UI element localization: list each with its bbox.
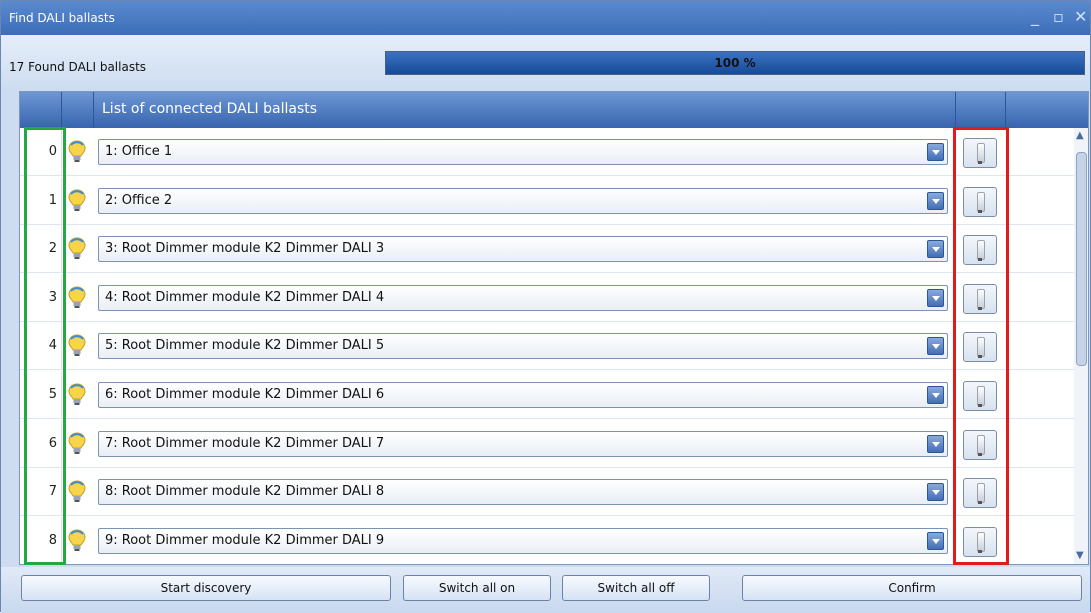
bulb-icon [68, 334, 86, 357]
table-row: 2 3: Root Dimmer module K2 Dimmer DALI 3 [20, 225, 1088, 274]
ballast-name-dropdown[interactable]: 3: Root Dimmer module K2 Dimmer DALI 3 [98, 236, 948, 263]
ballast-name-dropdown[interactable]: 6: Root Dimmer module K2 Dimmer DALI 6 [98, 382, 948, 408]
ballast-name-value: 7: Root Dimmer module K2 Dimmer DALI 7 [105, 435, 385, 451]
ballast-name-value: 4: Root Dimmer module K2 Dimmer DALI 4 [105, 289, 385, 305]
ballast-grid: List of connected DALI ballasts 0 1: Offi… [19, 91, 1089, 565]
status-row: 17 Found DALI ballasts 100 % [1, 35, 1090, 89]
ballast-name-dropdown[interactable]: 5: Root Dimmer module K2 Dimmer DALI 5 [98, 333, 948, 360]
chevron-down-icon[interactable] [927, 288, 944, 307]
ballast-name-dropdown[interactable]: 9: Root Dimmer module K2 Dimmer DALI 9 [98, 527, 948, 554]
bulb-icon [68, 383, 86, 405]
confirm-button[interactable]: Confirm [742, 575, 1082, 601]
window-title: Find DALI ballasts [9, 11, 115, 25]
table-row: 3 4: Root Dimmer module K2 Dimmer DALI 4 [20, 273, 1088, 322]
ballast-name-dropdown[interactable]: 8: Root Dimmer module K2 Dimmer DALI 8 [98, 479, 948, 506]
bulb-icon [68, 286, 86, 308]
ballast-name-dropdown[interactable]: 7: Root Dimmer module K2 Dimmer DALI 7 [98, 430, 948, 457]
bulb-icon [68, 189, 86, 211]
header-index-cell [20, 92, 62, 128]
lamp-column-highlight [953, 127, 1009, 565]
ballast-name-value: 2: Office 2 [105, 192, 173, 208]
index-column-highlight [24, 127, 66, 565]
ballast-name-dropdown[interactable]: 2: Office 2 [98, 187, 948, 214]
bulb-icon [68, 529, 86, 551]
chevron-down-icon[interactable] [927, 386, 944, 404]
table-row: 8 9: Root Dimmer module K2 Dimmer DALI 9 [20, 516, 1088, 564]
ballast-name-value: 3: Root Dimmer module K2 Dimmer DALI 3 [105, 241, 385, 257]
ballast-name-value: 1: Office 1 [105, 144, 173, 159]
ballast-name-dropdown[interactable]: 4: Root Dimmer module K2 Dimmer DALI 4 [98, 284, 948, 311]
maximize-icon[interactable]: ▫ [1053, 9, 1064, 25]
table-row: 1 2: Office 2 [20, 176, 1088, 225]
table-row: 6 7: Root Dimmer module K2 Dimmer DALI 7 [20, 419, 1088, 468]
chevron-down-icon[interactable] [927, 143, 944, 161]
vertical-scrollbar[interactable]: ▲ ▼ [1074, 128, 1088, 564]
table-row: 7 8: Root Dimmer module K2 Dimmer DALI 8 [20, 468, 1088, 517]
ballast-name-value: 8: Root Dimmer module K2 Dimmer DALI 8 [105, 484, 385, 500]
chevron-down-icon[interactable] [927, 337, 944, 356]
header-icon-cell [62, 92, 94, 128]
grid-header: List of connected DALI ballasts [20, 92, 1088, 128]
grid-rows: 0 1: Office 1 1 2: Office 2 2 3: Root Dimmer … [20, 128, 1088, 564]
start-discovery-button[interactable]: Start discovery [21, 575, 391, 601]
scroll-up-icon[interactable]: ▲ [1076, 130, 1084, 141]
switch-all-off-button[interactable]: Switch all off [562, 575, 710, 601]
bulb-icon [68, 237, 86, 260]
found-count-label: 17 Found DALI ballasts [9, 60, 147, 74]
chevron-down-icon[interactable] [927, 483, 944, 502]
bulb-icon [68, 432, 86, 454]
footer-toolbar: Start discovery Switch all on Switch all… [1, 567, 1090, 613]
header-lamp-cell [956, 92, 1006, 128]
close-icon[interactable]: ✕ [1074, 9, 1087, 25]
grid-header-title: List of connected DALI ballasts [102, 101, 318, 117]
bulb-icon [68, 140, 86, 162]
ballast-name-value: 6: Root Dimmer module K2 Dimmer DALI 6 [105, 387, 385, 402]
table-row: 0 1: Office 1 [20, 128, 1088, 176]
table-row: 4 5: Root Dimmer module K2 Dimmer DALI 5 [20, 322, 1088, 371]
scroll-down-icon[interactable]: ▼ [1076, 550, 1084, 561]
bulb-icon [68, 480, 86, 503]
switch-all-on-button[interactable]: Switch all on [403, 575, 551, 601]
progress-text: 100 % [714, 56, 756, 70]
table-row: 5 6: Root Dimmer module K2 Dimmer DALI 6 [20, 371, 1088, 419]
ballast-name-value: 9: Root Dimmer module K2 Dimmer DALI 9 [105, 532, 385, 548]
scrollbar-thumb[interactable] [1076, 152, 1087, 366]
chevron-down-icon[interactable] [927, 240, 944, 259]
discovery-progress-bar: 100 % [385, 51, 1085, 75]
ballast-name-value: 5: Root Dimmer module K2 Dimmer DALI 5 [105, 338, 385, 354]
ballast-name-dropdown[interactable]: 1: Office 1 [98, 139, 948, 165]
chevron-down-icon[interactable] [927, 531, 944, 550]
title-bar: Find DALI ballasts _ ▫ ✕ [1, 1, 1090, 35]
chevron-down-icon[interactable] [927, 434, 944, 453]
minimize-icon[interactable]: _ [1031, 9, 1039, 25]
chevron-down-icon[interactable] [927, 191, 944, 210]
find-dali-ballasts-window: Find DALI ballasts _ ▫ ✕ 17 Found DALI b… [0, 0, 1091, 613]
